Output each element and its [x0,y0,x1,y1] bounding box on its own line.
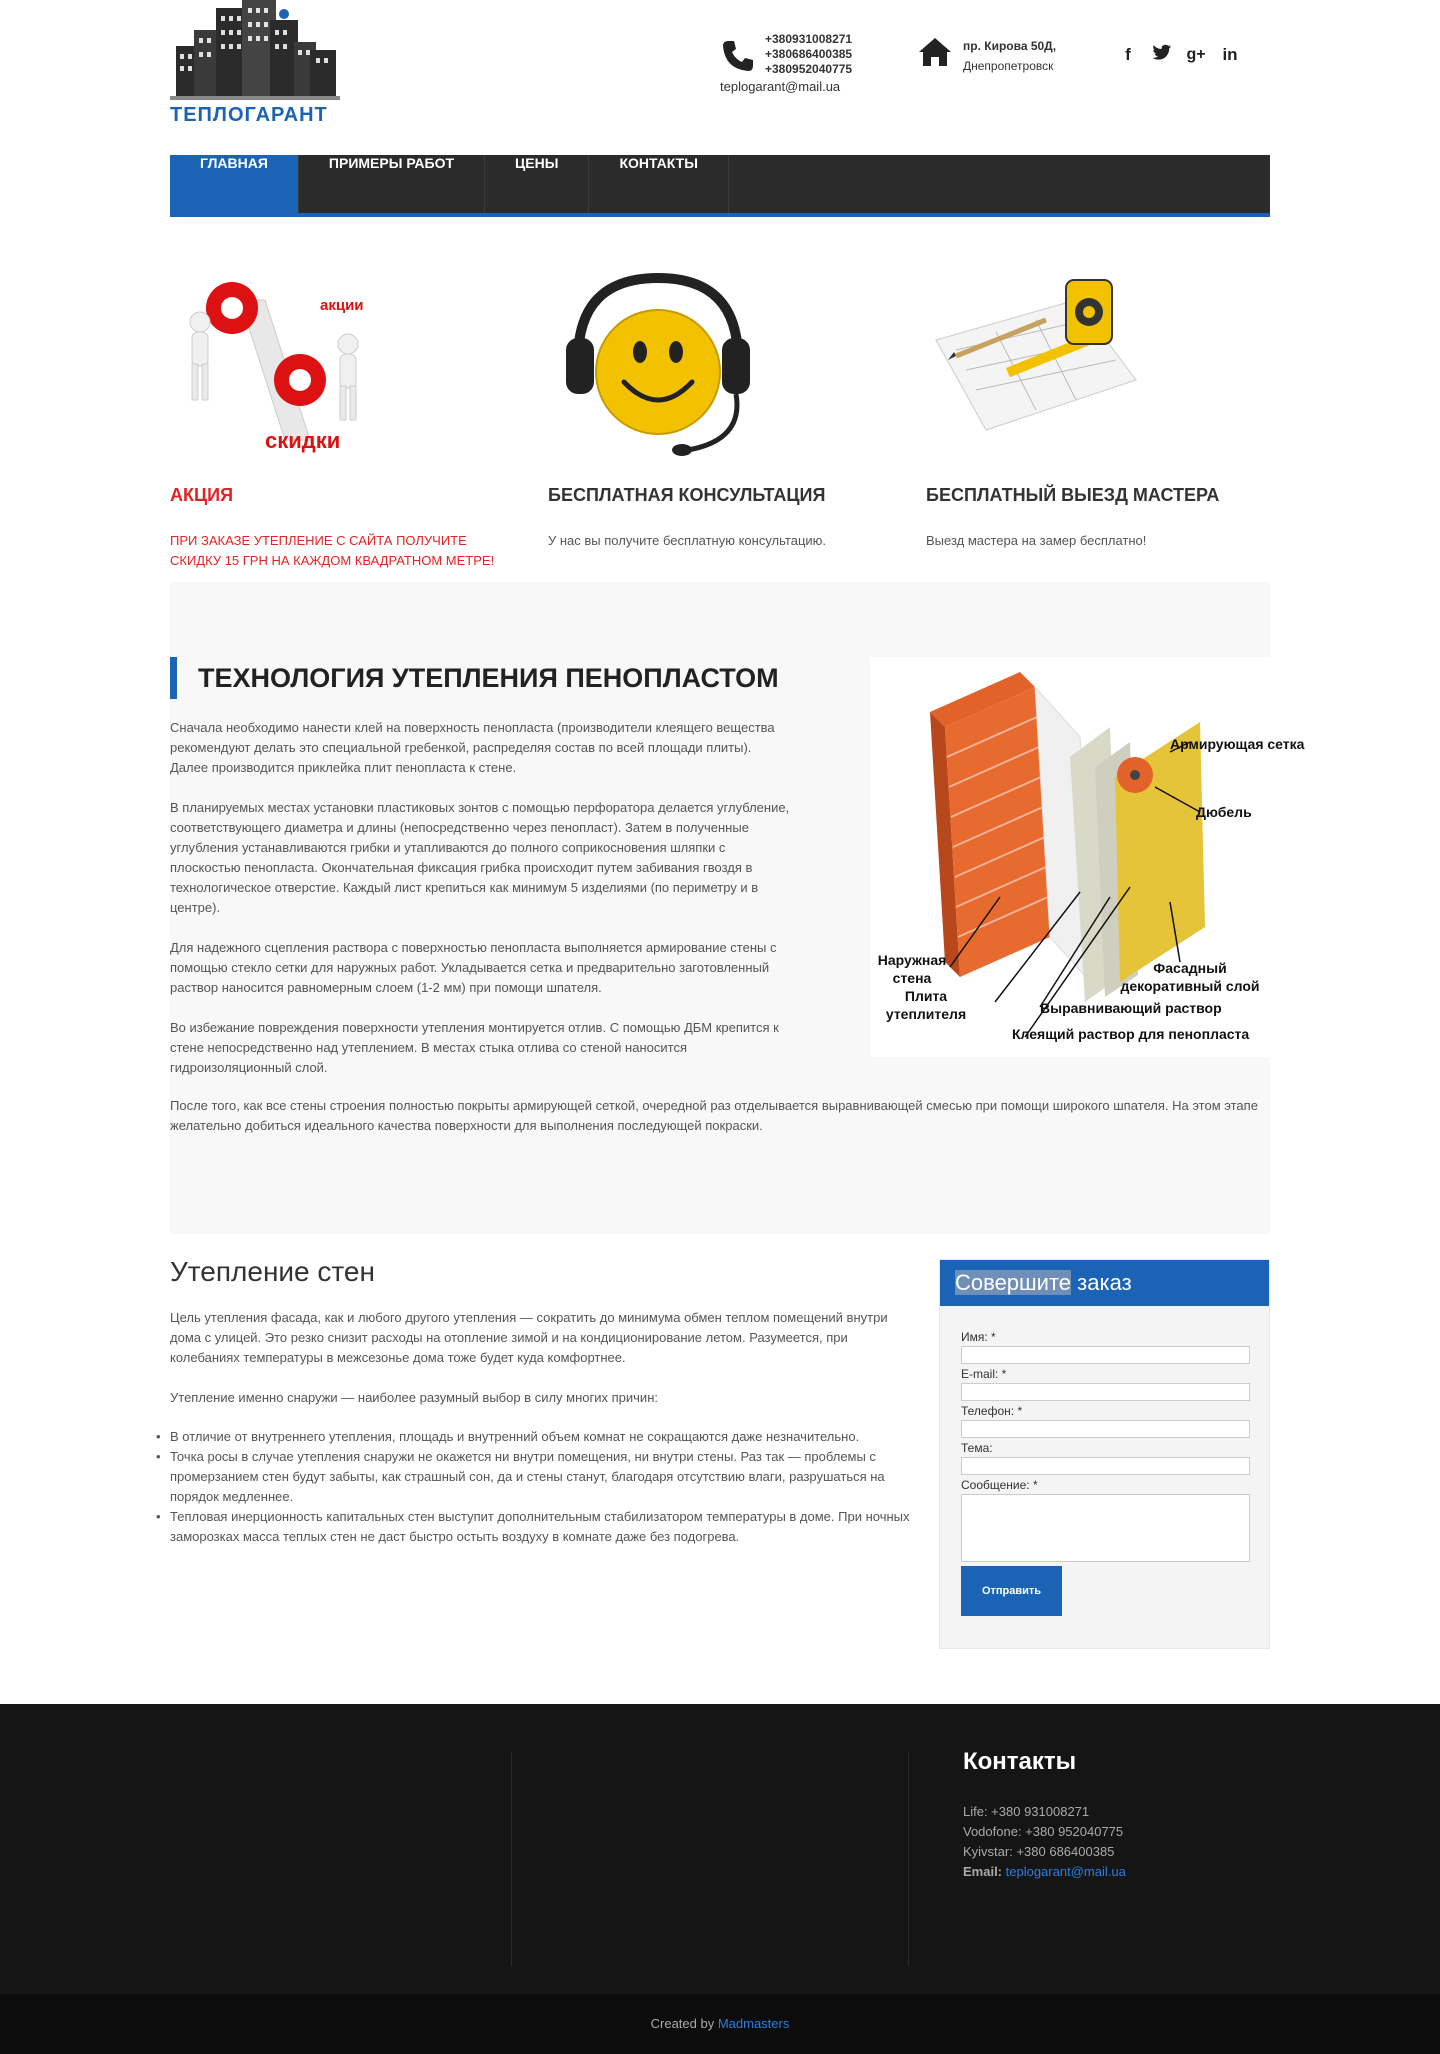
subject-field-group: Тема: [961,1441,1250,1475]
diagram-label-adhesive: Клеящий раствор для пенопласта [1012,1026,1250,1042]
insulation-diagram: Армирующая сетка Дюбель Наружная стена П… [870,657,1304,1057]
phone-field-group: Телефон: * [961,1404,1250,1438]
nav-item-home[interactable]: ГЛАВНАЯ [170,155,299,213]
main-nav: ГЛАВНАЯ ПРИМЕРЫ РАБОТ ЦЕНЫ КОНТАКТЫ [170,155,1270,217]
phone-number[interactable]: +380931008271 [765,32,852,47]
order-title-highlight: Совершите [955,1270,1072,1295]
diagram-label-dowel: Дюбель [1196,804,1252,820]
home-icon [919,38,951,66]
tech-title: ТЕХНОЛОГИЯ УТЕПЛЕНИЯ ПЕНОПЛАСТОМ [170,657,779,699]
page: ТЕПЛОГАРАНТ +380931008271 +380686400385 … [0,0,1440,2054]
twitter-icon[interactable] [1151,44,1173,66]
feature-title: БЕСПЛАТНЫЙ ВЫЕЗД МАСТЕРА [926,485,1220,505]
tech-paragraph: Для надежного сцепления раствора с повер… [170,940,777,995]
footer-contacts: Life: +380 931008271 Vodofone: +380 9520… [963,1802,1126,1882]
list-item: Тепловая инерционность капитальных стен … [156,1507,920,1547]
diagram-label-insulation: Плита утеплителя [885,988,967,1022]
diagram-label-mesh: Армирующая сетка [1170,736,1305,752]
copyright-text: Created by [650,2016,718,2031]
tech-text: Сначала необходимо нанести клей на повер… [170,718,790,1098]
footer-title: Контакты [963,1748,1077,1775]
list-item: В отличие от внутреннего утепления, площ… [156,1427,920,1447]
promo-image-text-2: скидки [265,428,340,453]
discount-image: акции скидки [170,260,390,460]
feature-title: АКЦИЯ [170,485,234,505]
linkedin-icon[interactable]: in [1219,44,1241,66]
diagram-label-outer-wall: Наружная стена [877,952,947,986]
google-plus-icon[interactable]: g+ [1185,44,1207,66]
feature-visit: БЕСПЛАТНЫЙ ВЫЕЗД МАСТЕРА Выезд мастера н… [926,260,1266,551]
nav-item-prices[interactable]: ЦЕНЫ [485,155,590,213]
footer-phone-vodafone: Vodofone: +380 952040775 [963,1824,1124,1839]
phone-number[interactable]: +380686400385 [765,47,852,62]
phone-field[interactable] [961,1420,1250,1438]
address-lines: пр. Кирова 50Д, Днепропетровск [963,36,1056,76]
copyright-bar: Created by Madmasters [0,1994,1440,2054]
blueprint-tape-image [926,260,1146,460]
tech-paragraph: Сначала необходимо нанести клей на повер… [170,720,775,775]
address-city: Днепропетровск [963,59,1054,73]
feature-text: У нас вы получите бесплатную консультаци… [548,533,827,548]
footer: Контакты Life: +380 931008271 Vodofone: … [0,1704,1440,1994]
diagram-label-facade: Фасадный декоративный слой [1120,960,1260,994]
walls-text: Цель утепления фасада, как и любого друг… [170,1308,910,1428]
order-form-title: Совершите заказ [940,1260,1269,1306]
address-street: пр. Кирова 50Д, [963,39,1057,53]
footer-phone-life: Life: +380 931008271 [963,1804,1090,1819]
list-item: Точка росы в случае утепления снаружи не… [156,1447,920,1507]
nav-item-portfolio[interactable]: ПРИМЕРЫ РАБОТ [299,155,486,213]
message-field[interactable] [961,1494,1250,1562]
feature-title: БЕСПЛАТНАЯ КОНСУЛЬТАЦИЯ [548,485,826,505]
promo-image-text-1: акции [320,297,364,314]
walls-title: Утепление стен [170,1256,375,1287]
tech-paragraph: Во избежание повреждения поверхности уте… [170,1020,779,1075]
name-field-group: Имя: * [961,1330,1250,1364]
feature-promo: акции скидки АКЦИЯ ПРИ ЗАКАЗЕ УТЕПЛЕНИЕ … [170,260,510,571]
feature-consultation: БЕСПЛАТНАЯ КОНСУЛЬТАЦИЯ У нас вы получит… [548,260,888,551]
walls-list: В отличие от внутреннего утепления, площ… [156,1427,920,1547]
tech-section: ТЕХНОЛОГИЯ УТЕПЛЕНИЯ ПЕНОПЛАСТОМ Сначала… [170,582,1304,1234]
subject-label: Тема: [961,1441,993,1455]
order-title-rest: заказ [1071,1270,1132,1295]
feature-text: ПРИ ЗАКАЗЕ УТЕПЛЕНИЕ С САЙТА ПОЛУЧИТЕ СК… [170,533,495,568]
phone-list: +380931008271 +380686400385 +38095204077… [765,32,852,77]
message-field-group: Сообщение: * [961,1478,1250,1562]
social-links: f g+ in [1117,44,1241,66]
nav-item-contacts[interactable]: КОНТАКТЫ [589,155,729,213]
tech-paragraph-wide: После того, как все стены строения полно… [170,1098,1258,1133]
walls-paragraph: Утепление именно снаружи — наиболее разу… [170,1390,658,1405]
phone-number[interactable]: +380952040775 [765,62,852,77]
tech-paragraph: В планируемых местах установки пластиков… [170,800,790,915]
footer-divider [908,1752,909,1966]
name-label: Имя: * [961,1330,996,1344]
footer-email-link[interactable]: teplogarant@mail.ua [1006,1864,1126,1879]
footer-phone-kyivstar: Kyivstar: +380 686400385 [963,1844,1115,1859]
header-email[interactable]: teplogarant@mail.ua [720,79,840,94]
footer-divider [511,1752,512,1966]
walls-paragraph: Цель утепления фасада, как и любого друг… [170,1310,888,1365]
creator-link[interactable]: Madmasters [718,2016,790,2031]
buildings-logo-icon [170,0,340,100]
logo[interactable]: ТЕПЛОГАРАНТ [170,0,340,128]
diagram-label-leveling: Выравнивающий раствор [1040,1000,1222,1016]
email-field[interactable] [961,1383,1250,1401]
headset-smiley-image [548,260,768,460]
logo-text: ТЕПЛОГАРАНТ [170,104,328,126]
order-form: Совершите заказ Имя: * E-mail: * Телефон… [939,1259,1270,1649]
footer-email-label: Email: [963,1864,1003,1879]
submit-button[interactable]: Отправить [961,1566,1062,1616]
message-label: Сообщение: * [961,1478,1038,1492]
subject-field[interactable] [961,1457,1250,1475]
email-label: E-mail: * [961,1367,1007,1381]
email-field-group: E-mail: * [961,1367,1250,1401]
phone-label: Телефон: * [961,1404,1023,1418]
feature-text: Выезд мастера на замер бесплатно! [926,533,1147,548]
facebook-icon[interactable]: f [1117,44,1139,66]
name-field[interactable] [961,1346,1250,1364]
phone-icon [723,41,753,71]
